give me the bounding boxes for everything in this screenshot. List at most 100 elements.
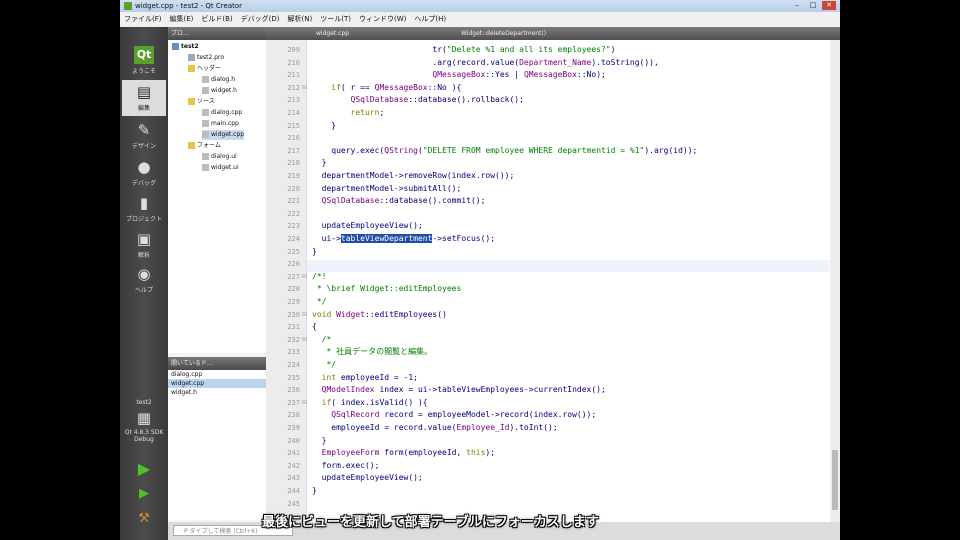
tree-item[interactable]: dialog.cpp bbox=[202, 108, 242, 118]
menu-edit[interactable]: 編集(E) bbox=[166, 12, 198, 27]
code-line[interactable]: .arg(record.value(Department_Name).toStr… bbox=[312, 57, 658, 69]
mode-help[interactable]: ◉ ヘルプ bbox=[122, 262, 166, 298]
analyze-icon: ▣ bbox=[136, 230, 152, 248]
code-line[interactable]: int employeeId = -1; bbox=[312, 372, 418, 384]
mode-debug[interactable]: ● デバッグ bbox=[122, 155, 166, 191]
tree-item[interactable]: dialog.ui bbox=[202, 152, 237, 162]
menu-help[interactable]: ヘルプ(H) bbox=[410, 12, 450, 27]
fold-marker-icon[interactable]: ⊟ bbox=[302, 273, 307, 280]
editor-scrollbar[interactable] bbox=[830, 40, 840, 522]
code-line[interactable]: employeeId = record.value(Employee_Id).t… bbox=[312, 422, 557, 434]
file-icon bbox=[202, 87, 209, 94]
code-line[interactable]: /*! bbox=[312, 271, 326, 283]
maximize-button[interactable]: □ bbox=[806, 1, 820, 10]
code-line[interactable]: updateEmployeeView(); bbox=[312, 472, 423, 484]
file-icon bbox=[202, 153, 209, 160]
code-line[interactable]: } bbox=[312, 157, 327, 169]
menu-build[interactable]: ビルド(B) bbox=[197, 12, 236, 27]
mode-edit[interactable]: ▤ 編集 bbox=[122, 80, 166, 116]
menu-analyze[interactable]: 解析(N) bbox=[284, 12, 317, 27]
line-number: 209 bbox=[287, 46, 300, 54]
code-line[interactable]: QModelIndex index = ui->tableViewEmploye… bbox=[312, 384, 606, 396]
fold-marker-icon[interactable]: ⊟ bbox=[302, 311, 307, 318]
line-number: 231 bbox=[287, 323, 300, 332]
code-line[interactable]: QMessageBox::Yes | QMessageBox::No); bbox=[312, 69, 605, 81]
mode-analyze[interactable]: ▣ 解析 bbox=[122, 227, 166, 263]
tree-item-selected[interactable]: widget.cpp bbox=[202, 130, 245, 140]
code-line[interactable]: departmentModel->removeRow(index.row()); bbox=[312, 170, 515, 182]
fold-marker-icon[interactable]: ⊟ bbox=[302, 399, 307, 406]
debug-run-button[interactable]: ▶ bbox=[122, 482, 166, 504]
code-line[interactable]: { bbox=[312, 321, 317, 333]
line-number: 233 bbox=[287, 348, 300, 357]
code-editor[interactable]: widget.cpp Widget::deleteDepartment() 20… bbox=[266, 27, 840, 522]
file-selector[interactable]: widget.cpp bbox=[316, 27, 349, 40]
tree-item[interactable]: ソース bbox=[188, 97, 215, 107]
open-document-item[interactable]: widget.h bbox=[168, 388, 266, 397]
code-line[interactable]: */ bbox=[312, 359, 336, 371]
code-line[interactable]: return; bbox=[312, 107, 385, 119]
code-line[interactable]: /* bbox=[312, 334, 332, 346]
tree-item[interactable]: main.cpp bbox=[202, 119, 239, 129]
line-number: 211 bbox=[287, 71, 300, 80]
tree-item[interactable]: test2.pro bbox=[188, 53, 224, 63]
kit-config: Debug bbox=[134, 436, 154, 443]
fold-marker-icon[interactable]: ⊟ bbox=[302, 84, 307, 91]
mode-label: 編集 bbox=[137, 105, 150, 112]
code-line[interactable]: void Widget::editEmployees() bbox=[312, 309, 447, 321]
mode-welcome[interactable]: Qt ようこそ bbox=[122, 43, 166, 79]
tree-item[interactable]: widget.ui bbox=[202, 163, 239, 173]
code-line[interactable]: QSqlDatabase::database().rollback(); bbox=[312, 94, 524, 106]
code-line[interactable]: * \brief Widget::editEmployees bbox=[312, 283, 462, 295]
line-number: 238 bbox=[287, 411, 300, 420]
tree-item[interactable]: dialog.h bbox=[202, 75, 235, 85]
mode-design[interactable]: ✎ デザイン bbox=[122, 118, 166, 154]
function-selector[interactable]: Widget::deleteDepartment() bbox=[461, 27, 546, 40]
run-icon: ▶ bbox=[137, 459, 151, 478]
minimize-button[interactable]: – bbox=[790, 1, 804, 10]
folder-icon bbox=[188, 98, 195, 105]
fold-marker-icon[interactable]: ⊟ bbox=[302, 336, 307, 343]
mode-label: 解析 bbox=[137, 252, 150, 259]
menu-window[interactable]: ウィンドウ(W) bbox=[355, 12, 410, 27]
editor-toolbar: widget.cpp Widget::deleteDepartment() bbox=[266, 27, 840, 40]
open-documents-title[interactable]: 開いているド… bbox=[168, 360, 213, 367]
code-line[interactable]: EmployeeForm form(employeeId, this); bbox=[312, 447, 495, 459]
code-line[interactable]: query.exec(QString("DELETE FROM employee… bbox=[312, 145, 697, 157]
code-line[interactable]: * 社員データの閲覧と編集。 bbox=[312, 346, 432, 358]
code-line[interactable]: } bbox=[312, 246, 317, 258]
code-line[interactable]: QSqlDatabase::database().commit(); bbox=[312, 195, 486, 207]
code-line[interactable]: form.exec(); bbox=[312, 460, 380, 472]
code-line[interactable]: } bbox=[312, 485, 317, 497]
mode-projects[interactable]: ▮ プロジェクト bbox=[122, 191, 166, 227]
kit-selector[interactable]: test2 ▦ Qt 4.8.3 SDK Debug bbox=[122, 397, 166, 453]
project-pane-title[interactable]: プロ… bbox=[168, 30, 189, 37]
tree-item[interactable]: widget.h bbox=[202, 86, 237, 96]
tree-item[interactable]: ヘッダー bbox=[188, 64, 221, 74]
close-button[interactable]: ✕ bbox=[822, 1, 836, 10]
code-line[interactable]: ui->tableViewDepartment->setFocus(); bbox=[312, 233, 495, 245]
build-button[interactable]: ⚒ bbox=[122, 507, 166, 529]
kit-name: Qt 4.8.3 SDK bbox=[124, 429, 164, 436]
menu-file[interactable]: ファイル(F) bbox=[120, 12, 166, 27]
project-icon bbox=[172, 43, 179, 50]
run-button[interactable]: ▶ bbox=[122, 457, 166, 478]
code-line[interactable]: updateEmployeeView(); bbox=[312, 220, 423, 232]
code-line[interactable]: } bbox=[312, 435, 327, 447]
code-line[interactable]: */ bbox=[312, 296, 327, 308]
menu-debug[interactable]: デバッグ(D) bbox=[237, 12, 284, 27]
code-line[interactable]: if( r == QMessageBox::No ){ bbox=[312, 82, 461, 94]
code-line[interactable]: tr("Delete %1 and all its employees?") bbox=[312, 44, 615, 56]
code-line[interactable]: departmentModel->submitAll(); bbox=[312, 183, 462, 195]
scrollbar-thumb[interactable] bbox=[832, 450, 838, 510]
tree-item[interactable]: フォーム bbox=[188, 141, 221, 151]
code-line[interactable]: if( index.isValid() ){ bbox=[312, 397, 428, 409]
code-line[interactable]: } bbox=[312, 120, 336, 132]
code-line[interactable]: QSqlRecord record = employeeModel->recor… bbox=[312, 409, 596, 421]
open-document-item-selected[interactable]: widget.cpp bbox=[168, 379, 266, 388]
line-number: 235 bbox=[287, 373, 300, 382]
tree-item[interactable]: test2 bbox=[172, 42, 199, 52]
open-document-item[interactable]: dialog.cpp bbox=[168, 370, 266, 379]
menu-bar: ファイル(F) 編集(E) ビルド(B) デバッグ(D) 解析(N) ツール(T) ウィンド… bbox=[120, 12, 840, 28]
menu-tools[interactable]: ツール(T) bbox=[316, 12, 355, 27]
